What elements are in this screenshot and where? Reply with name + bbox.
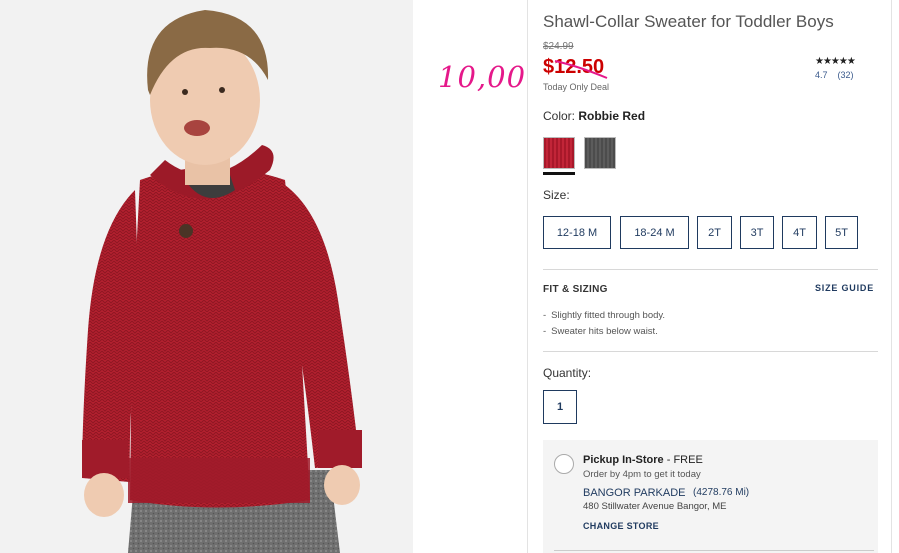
- selected-swatch-indicator: [543, 172, 575, 175]
- store-distance: (4278.76 Mi): [693, 487, 750, 498]
- original-price: $24.99: [543, 41, 574, 52]
- pickup-radio-button[interactable]: [554, 454, 574, 474]
- rating-value: 4.7: [815, 70, 828, 80]
- size-option-5t[interactable]: 5T: [825, 216, 858, 249]
- change-store-link[interactable]: CHANGE STORE: [583, 521, 659, 531]
- selected-color-name: Robbie Red: [578, 109, 646, 123]
- content-divider-left: [527, 0, 528, 553]
- deal-label: Today Only Deal: [543, 82, 610, 92]
- fit-sizing-heading: FIT & SIZING: [543, 284, 608, 295]
- size-guide-link[interactable]: SIZE GUIDE: [815, 283, 874, 293]
- product-image[interactable]: [0, 0, 413, 553]
- store-name: BANGOR PARKADE: [583, 487, 686, 499]
- pickup-title-text: Pickup In-Store: [583, 454, 664, 466]
- fit-note: Sweater hits below waist.: [543, 324, 665, 340]
- fit-note: Slightly fitted through body.: [543, 308, 665, 324]
- divider-quantity: [543, 351, 878, 352]
- pickup-price: - FREE: [663, 454, 703, 466]
- divider-fit: [543, 269, 878, 270]
- pickup-title: Pickup In-Store - FREE: [583, 454, 703, 466]
- review-count[interactable]: (32): [838, 70, 854, 80]
- quantity-label: Quantity:: [543, 366, 592, 380]
- fit-notes-list: Slightly fitted through body. Sweater hi…: [543, 308, 665, 340]
- color-swatch-charcoal[interactable]: [584, 137, 616, 169]
- handwritten-price-annotation: 10,00: [438, 60, 527, 94]
- store-address: 480 Stillwater Avenue Bangor, ME: [583, 501, 727, 512]
- size-option-12-18m[interactable]: 12-18 M: [543, 216, 611, 249]
- pickup-subtitle: Order by 4pm to get it today: [583, 469, 701, 480]
- content-divider-right: [891, 0, 892, 553]
- size-label: Size:: [543, 188, 570, 202]
- size-option-3t[interactable]: 3T: [740, 216, 774, 249]
- size-option-4t[interactable]: 4T: [782, 216, 817, 249]
- size-option-18-24m[interactable]: 18-24 M: [620, 216, 689, 249]
- color-label-text: Color:: [543, 109, 576, 123]
- rating-summary[interactable]: 4.7 (32): [815, 70, 864, 80]
- quantity-selector[interactable]: 1: [543, 390, 577, 424]
- rating-stars[interactable]: ★★★★★: [815, 56, 856, 67]
- color-label: Color: Robbie Red: [543, 109, 645, 123]
- size-option-2t[interactable]: 2T: [697, 216, 732, 249]
- product-title: Shawl-Collar Sweater for Toddler Boys: [543, 12, 834, 31]
- pickup-divider: [554, 550, 874, 551]
- color-swatch-robbie-red[interactable]: [543, 137, 575, 169]
- sale-price: $12.50: [543, 56, 605, 78]
- pickup-in-store-option[interactable]: Pickup In-Store - FREE Order by 4pm to g…: [543, 440, 878, 553]
